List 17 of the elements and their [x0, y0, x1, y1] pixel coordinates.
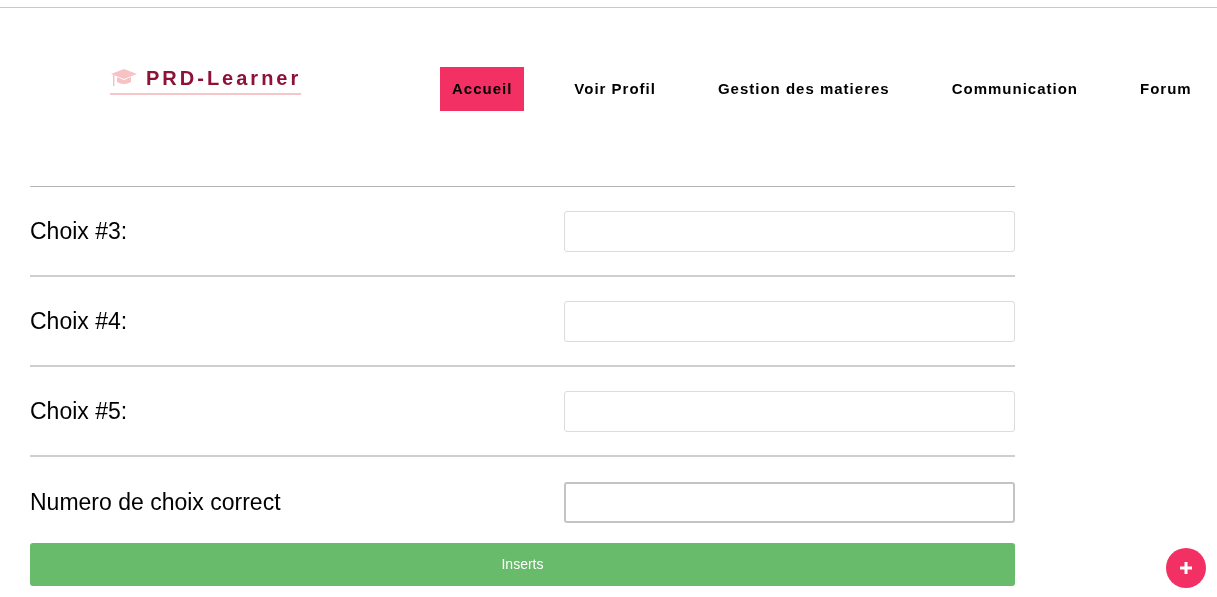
- input-field[interactable]: [564, 481, 1015, 523]
- nav-link[interactable]: Gestion des matieres: [705, 67, 902, 111]
- nav-link[interactable]: Communication: [939, 67, 1090, 111]
- input-field[interactable]: [564, 210, 1015, 252]
- input-field[interactable]: [564, 390, 1015, 432]
- field-label: Choix #4:: [30, 306, 128, 336]
- field-label: Numero de choix correct: [30, 487, 281, 517]
- nav-link[interactable]: Forum: [1128, 67, 1204, 111]
- plus-icon: [1179, 561, 1193, 575]
- graduation-cap-icon: [110, 68, 138, 88]
- input-field[interactable]: [564, 300, 1015, 342]
- nav-link[interactable]: Accueil: [440, 67, 525, 111]
- field-label: Choix #5:: [30, 396, 128, 426]
- logo-link[interactable]: PRD-Learner: [110, 63, 302, 95]
- field-label: Choix #3:: [30, 216, 128, 246]
- nav-link[interactable]: Voir Profil: [562, 67, 668, 111]
- add-button[interactable]: [1166, 548, 1206, 588]
